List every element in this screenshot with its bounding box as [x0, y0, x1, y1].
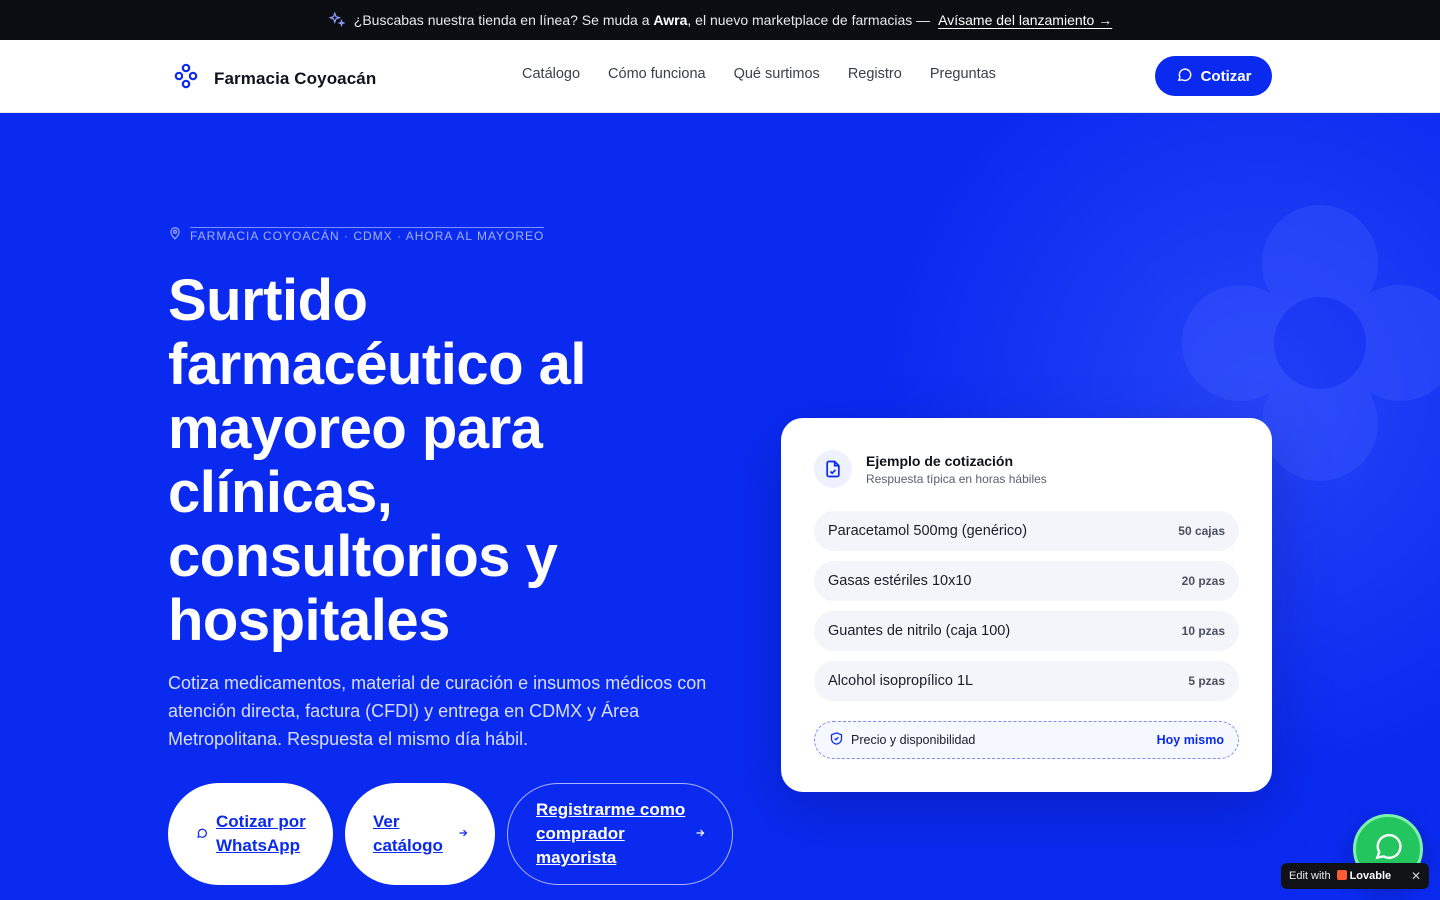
map-pin-icon — [168, 226, 182, 243]
hero-headline: Surtido farmacéutico al mayoreo para clí… — [168, 268, 587, 653]
item-qty: 5 pzas — [1188, 674, 1225, 688]
cotizar-button[interactable]: Cotizar — [1155, 56, 1272, 96]
arrow-right-icon — [694, 822, 706, 846]
nav-que-surtimos[interactable]: Qué surtimos — [734, 66, 820, 82]
list-item: Paracetamol 500mg (genérico) 50 cajas — [814, 511, 1239, 551]
lovable-brand: Lovable — [1336, 869, 1391, 883]
lovable-prefix: Edit with — [1289, 870, 1331, 882]
registrarme-mayorista-button[interactable]: Registrarme como comprador mayorista — [507, 783, 733, 885]
nav-catalogo[interactable]: Catálogo — [522, 66, 580, 82]
site-header: Farmacia Coyoacán Catálogo Cómo funciona… — [0, 40, 1440, 113]
hero-eyebrow: Farmacia Coyoacán · CDMX · Ahora al mayo… — [168, 226, 545, 243]
card-header: Ejemplo de cotización Respuesta típica e… — [814, 450, 1047, 488]
brand-logo-link[interactable]: Farmacia Coyoacán — [174, 62, 376, 95]
chat-bubble-icon — [1176, 66, 1193, 87]
item-name: Paracetamol 500mg (genérico) — [828, 523, 1028, 539]
whatsapp-icon — [1372, 831, 1404, 868]
availability-label: Precio y disponibilidad — [851, 733, 976, 747]
availability-badge: Precio y disponibilidad Hoy mismo — [814, 721, 1239, 759]
card-subtitle: Respuesta típica en horas hábiles — [866, 471, 1047, 486]
brand-name: Farmacia Coyoacán — [214, 68, 377, 88]
card-title: Ejemplo de cotización — [866, 452, 1014, 469]
nav-preguntas[interactable]: Preguntas — [930, 66, 996, 82]
announcement-bar: ¿Buscabas nuestra tienda en línea? Se mu… — [0, 0, 1440, 40]
item-name: Gasas estériles 10x10 — [828, 573, 972, 589]
hero-section: Farmacia Coyoacán · CDMX · Ahora al mayo… — [0, 113, 1440, 900]
registrarme-label: Registrarme como comprador mayorista — [536, 800, 686, 867]
shield-check-icon — [829, 731, 844, 749]
eyebrow-text: Farmacia Coyoacán · CDMX · Ahora al mayo… — [190, 226, 545, 243]
list-item: Alcohol isopropílico 1L 5 pzas — [814, 661, 1239, 701]
close-icon[interactable]: ✕ — [1411, 869, 1421, 883]
cotizar-button-label: Cotizar — [1200, 67, 1252, 85]
ver-catalogo-label: Ver catálogo — [373, 812, 443, 855]
item-qty: 50 cajas — [1178, 524, 1225, 538]
sparkles-icon — [328, 11, 346, 29]
arrow-right-icon — [457, 822, 469, 846]
list-item: Guantes de nitrilo (caja 100) 10 pzas — [814, 611, 1239, 651]
announcement-link[interactable]: Avísame del lanzamiento → — [938, 12, 1112, 28]
cotizar-whatsapp-label: Cotizar por WhatsApp — [216, 812, 306, 855]
quote-example-card: Ejemplo de cotización Respuesta típica e… — [781, 418, 1272, 792]
flower-logo-icon — [174, 62, 198, 95]
item-name: Alcohol isopropílico 1L — [828, 673, 974, 689]
hero-subheadline: Cotiza medicamentos, material de curació… — [168, 673, 707, 749]
main-nav: Catálogo Cómo funciona Qué surtimos Regi… — [522, 66, 996, 82]
quote-items-list: Paracetamol 500mg (genérico) 50 cajas Ga… — [814, 511, 1239, 711]
chat-bubble-icon — [196, 822, 208, 846]
nav-como-funciona[interactable]: Cómo funciona — [608, 66, 706, 82]
ver-catalogo-button[interactable]: Ver catálogo — [345, 783, 495, 885]
list-item: Gasas estériles 10x10 20 pzas — [814, 561, 1239, 601]
document-check-icon — [814, 450, 852, 488]
availability-value: Hoy mismo — [1156, 733, 1224, 747]
heart-logo-icon — [1336, 869, 1347, 883]
item-qty: 10 pzas — [1181, 624, 1225, 638]
cotizar-whatsapp-button[interactable]: Cotizar por WhatsApp — [168, 783, 333, 885]
announcement-text: ¿Buscabas nuestra tienda en línea? Se mu… — [353, 12, 931, 28]
lovable-badge[interactable]: Edit with Lovable ✕ — [1281, 863, 1429, 889]
nav-registro[interactable]: Registro — [848, 66, 902, 82]
item-qty: 20 pzas — [1181, 574, 1225, 588]
item-name: Guantes de nitrilo (caja 100) — [828, 623, 1011, 639]
availability-label-group: Precio y disponibilidad — [829, 731, 975, 749]
announcement-brand: Awra — [653, 12, 688, 28]
